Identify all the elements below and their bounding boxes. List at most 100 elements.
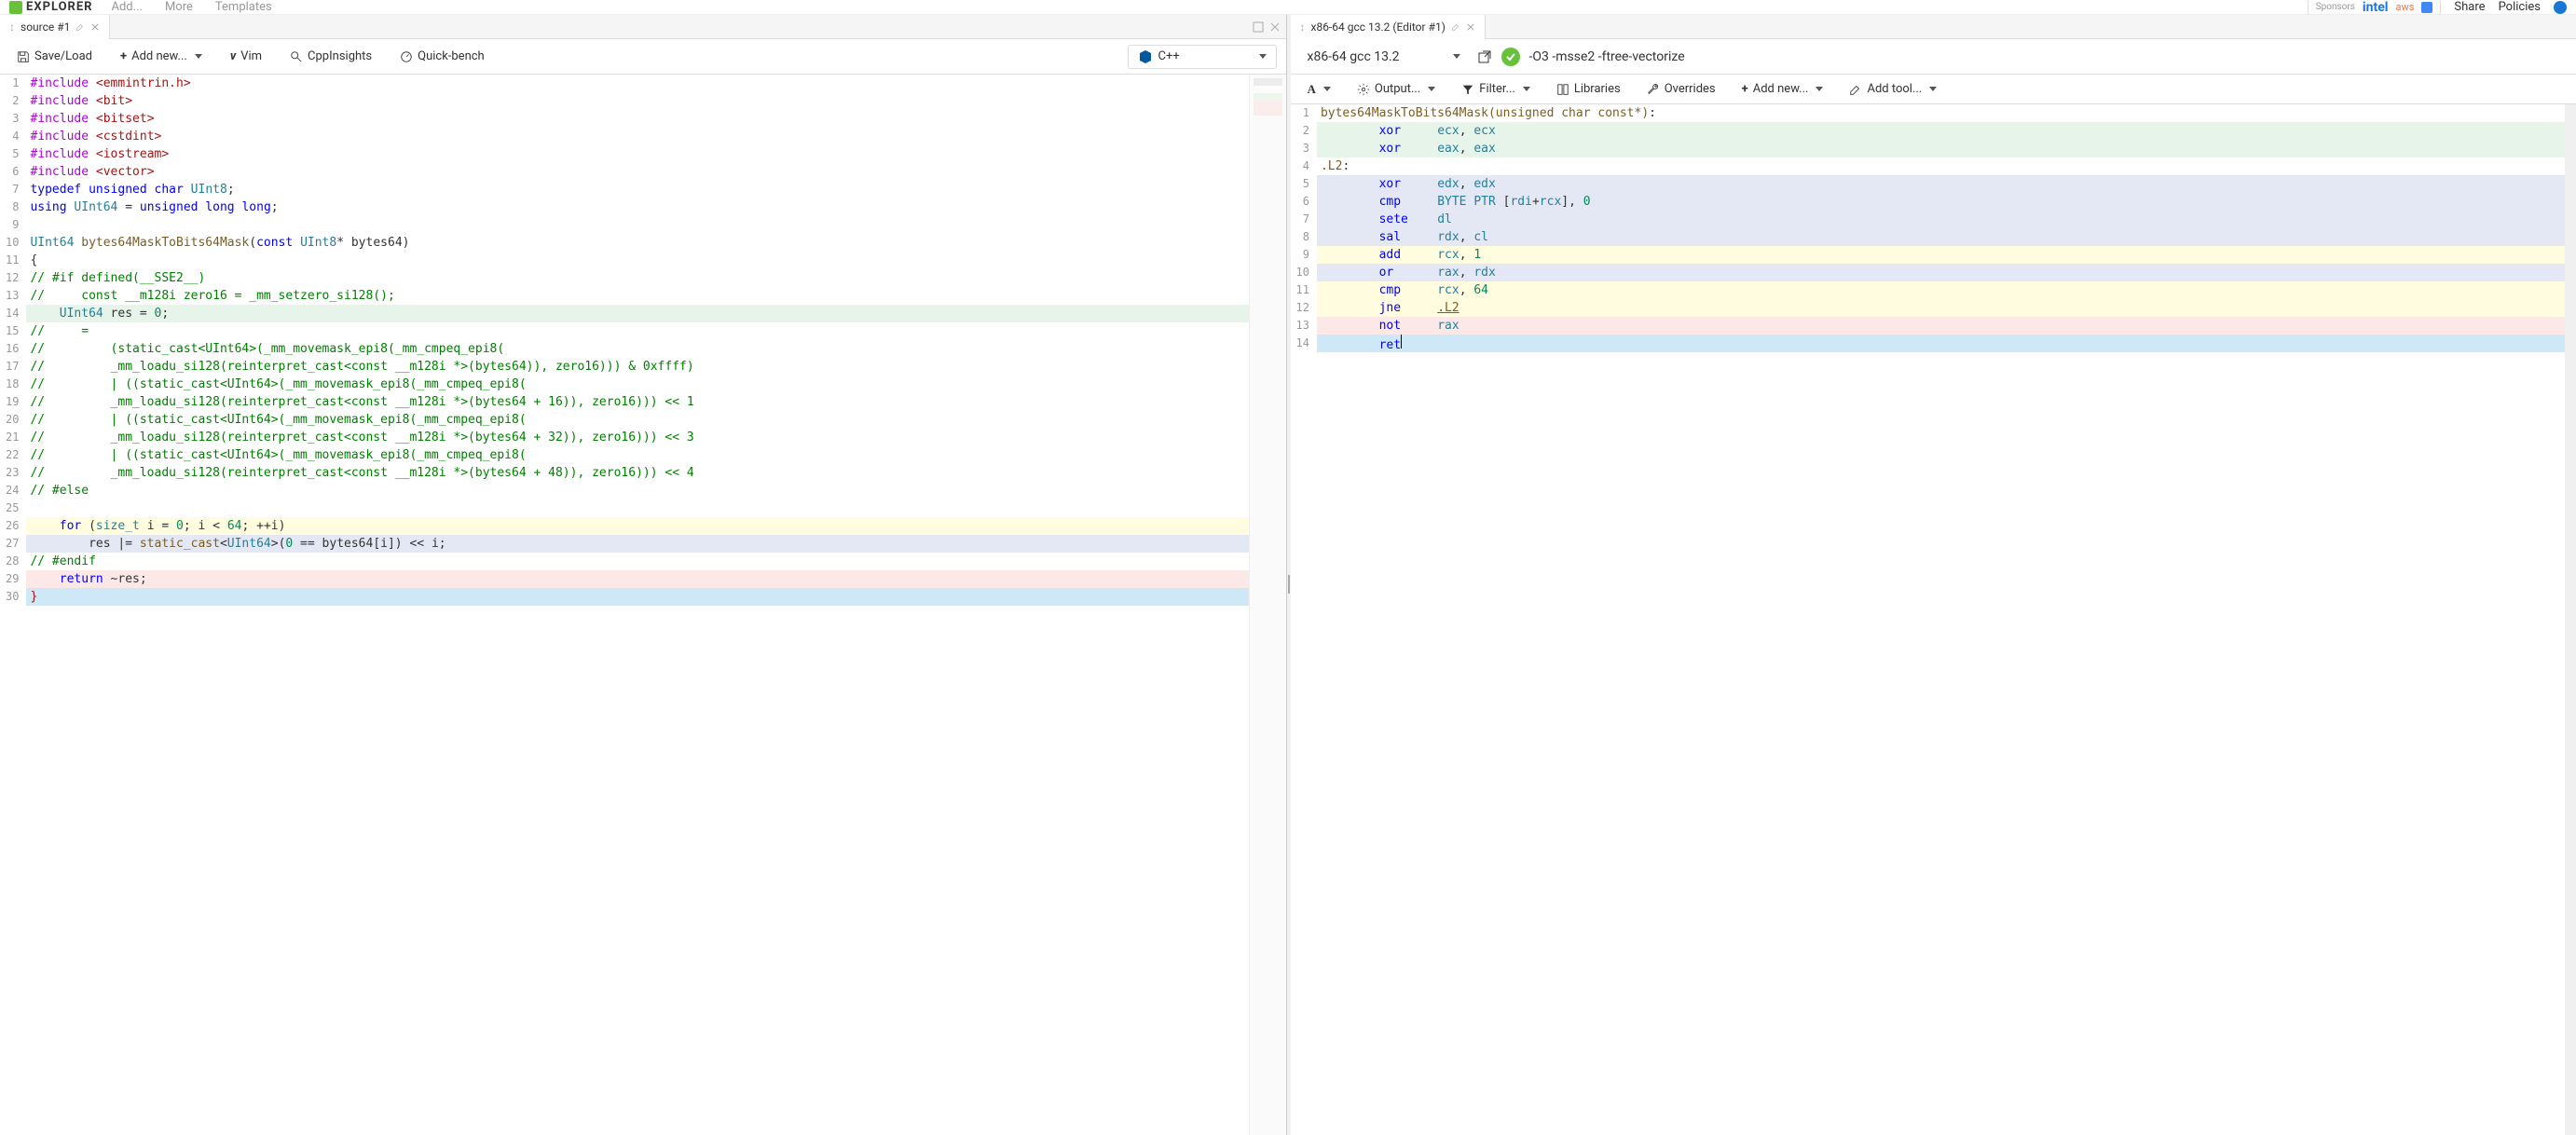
policies-link[interactable]: Policies <box>2499 0 2541 14</box>
code-line[interactable]: // | ((static_cast<UInt64>(_mm_movemask_… <box>26 446 1248 464</box>
popout-icon[interactable] <box>1477 49 1492 64</box>
code-line[interactable]: // _mm_loadu_si128(reinterpret_cast<cons… <box>26 464 1248 482</box>
code-line[interactable]: res |= static_cast<UInt64>(0 == bytes64[… <box>26 535 1248 553</box>
code-line[interactable]: // _mm_loadu_si128(reinterpret_cast<cons… <box>26 393 1248 411</box>
code-line[interactable]: sete dl <box>1317 211 2565 228</box>
code-line[interactable]: // #if defined(__SSE2__) <box>26 269 1248 287</box>
asm-gutter: 1234567891011121314 <box>1291 104 1317 1135</box>
code-line[interactable] <box>26 216 1248 234</box>
code-line[interactable]: .L2: <box>1317 157 2565 175</box>
top-bar: EXPLORER Add... More Templates Sponsors … <box>0 0 2576 15</box>
source-toolbar: Save/Load + Add new... ν Vim CppInsights… <box>0 39 1286 75</box>
save-load-button[interactable]: Save/Load <box>9 46 100 67</box>
code-line[interactable]: xor ecx, ecx <box>1317 122 2565 140</box>
sponsor-aws: aws <box>2395 1 2414 13</box>
vim-button[interactable]: ν Vim <box>223 46 269 67</box>
code-line[interactable]: cmp rcx, 64 <box>1317 281 2565 299</box>
chevron-down-icon <box>1453 54 1460 59</box>
quickbench-button[interactable]: Quick-bench <box>392 46 492 67</box>
code-line[interactable]: not rax <box>1317 317 2565 335</box>
code-line[interactable]: // | ((static_cast<UInt64>(_mm_movemask_… <box>26 376 1248 393</box>
minimap[interactable] <box>1249 75 1286 1135</box>
asm-scrollbar[interactable] <box>2565 104 2576 1135</box>
code-line[interactable] <box>26 499 1248 517</box>
cppinsights-button[interactable]: CppInsights <box>282 46 379 67</box>
settings-icon[interactable] <box>2554 1 2567 14</box>
code-line[interactable]: UInt64 bytes64MaskToBits64Mask(const UIn… <box>26 234 1248 252</box>
code-line[interactable]: UInt64 res = 0; <box>26 305 1248 322</box>
code-line[interactable]: sal rdx, cl <box>1317 228 2565 246</box>
language-select[interactable]: C++ <box>1128 45 1277 69</box>
asm-tab[interactable]: ↕ x86-64 gcc 13.2 (Editor #1) <box>1291 15 1486 39</box>
edit-icon[interactable] <box>1451 22 1460 32</box>
sponsor-intel: intel <box>2363 0 2389 15</box>
asm-add-new-button[interactable]: + Add new... <box>1734 78 1831 100</box>
menu-add[interactable]: Add... <box>112 0 143 14</box>
code-line[interactable]: // _mm_loadu_si128(reinterpret_cast<cons… <box>26 429 1248 446</box>
code-line[interactable]: bytes64MaskToBits64Mask(unsigned char co… <box>1317 104 2565 122</box>
gear-icon <box>1357 83 1370 96</box>
code-line[interactable]: // const __m128i zero16 = _mm_setzero_si… <box>26 287 1248 305</box>
close-icon[interactable] <box>1466 22 1475 32</box>
edit-icon[interactable] <box>75 22 85 32</box>
code-line[interactable]: #include <cstdint> <box>26 128 1248 145</box>
maximize-icon[interactable] <box>1253 21 1264 33</box>
pen-icon <box>1849 83 1862 96</box>
chevron-down-icon <box>1323 87 1331 91</box>
close-icon[interactable] <box>90 22 100 32</box>
compiler-label: x86-64 gcc 13.2 <box>1308 49 1400 64</box>
menu-templates[interactable]: Templates <box>215 0 272 14</box>
code-line[interactable]: #include <bitset> <box>26 110 1248 128</box>
source-editor[interactable]: 1234567891011121314151617181920212223242… <box>0 75 1286 1135</box>
code-line[interactable]: #include <emmintrin.h> <box>26 75 1248 92</box>
gauge-icon <box>400 50 413 63</box>
code-line[interactable]: ret <box>1317 335 2565 352</box>
asm-editor[interactable]: 1234567891011121314 bytes64MaskToBits64M… <box>1291 104 2576 1135</box>
compiler-bar: x86-64 gcc 13.2 -O3 -msse2 -ftree-vector… <box>1291 39 2576 75</box>
compiler-options-input[interactable]: -O3 -msse2 -ftree-vectorize <box>1529 49 2568 64</box>
menu-more[interactable]: More <box>165 0 193 14</box>
filter-icon <box>1461 83 1474 96</box>
logo-icon <box>9 1 22 14</box>
code-line[interactable]: xor edx, edx <box>1317 175 2565 193</box>
compiler-select[interactable]: x86-64 gcc 13.2 <box>1300 46 1468 68</box>
code-line[interactable]: #include <bit> <box>26 92 1248 110</box>
code-line[interactable]: jne .L2 <box>1317 299 2565 317</box>
code-line[interactable]: for (size_t i = 0; i < 64; ++i) <box>26 517 1248 535</box>
wrench-icon <box>1647 83 1660 96</box>
code-line[interactable]: // (static_cast<UInt64>(_mm_movemask_epi… <box>26 340 1248 358</box>
libraries-button[interactable]: Libraries <box>1549 78 1628 100</box>
font-button[interactable]: A <box>1300 78 1338 101</box>
code-line[interactable]: typedef unsigned char UInt8; <box>26 181 1248 198</box>
code-line[interactable]: // | ((static_cast<UInt64>(_mm_movemask_… <box>26 411 1248 429</box>
add-tool-button[interactable]: Add tool... <box>1842 78 1944 100</box>
code-line[interactable]: or rax, rdx <box>1317 264 2565 281</box>
code-line[interactable]: return ~res; <box>26 570 1248 588</box>
source-tab[interactable]: ↕ source #1 <box>0 15 110 39</box>
code-line[interactable]: // = <box>26 322 1248 340</box>
code-line[interactable]: #include <vector> <box>26 163 1248 181</box>
overrides-button[interactable]: Overrides <box>1639 78 1723 100</box>
source-code[interactable]: #include <emmintrin.h>#include <bit>#inc… <box>26 75 1248 1135</box>
chevron-down-icon <box>195 54 202 59</box>
code-line[interactable]: // _mm_loadu_si128(reinterpret_cast<cons… <box>26 358 1248 376</box>
code-line[interactable]: xor eax, eax <box>1317 140 2565 157</box>
code-line[interactable]: // #else <box>26 482 1248 499</box>
code-line[interactable]: // #endif <box>26 553 1248 570</box>
output-button[interactable]: Output... <box>1350 78 1443 100</box>
code-line[interactable]: } <box>26 588 1248 606</box>
code-line[interactable]: using UInt64 = unsigned long long; <box>26 198 1248 216</box>
search-icon <box>290 50 303 63</box>
asm-code[interactable]: bytes64MaskToBits64Mask(unsigned char co… <box>1317 104 2565 1135</box>
book-icon <box>1556 83 1569 96</box>
source-gutter: 1234567891011121314151617181920212223242… <box>0 75 26 1135</box>
code-line[interactable]: { <box>26 252 1248 269</box>
add-new-button[interactable]: + Add new... <box>113 46 210 67</box>
cpp-icon <box>1138 49 1153 64</box>
filter-button[interactable]: Filter... <box>1454 78 1538 100</box>
code-line[interactable]: cmp BYTE PTR [rdi+rcx], 0 <box>1317 193 2565 211</box>
code-line[interactable]: add rcx, 1 <box>1317 246 2565 264</box>
close-pane-icon[interactable] <box>1269 21 1281 33</box>
share-link[interactable]: Share <box>2454 0 2485 14</box>
code-line[interactable]: #include <iostream> <box>26 145 1248 163</box>
